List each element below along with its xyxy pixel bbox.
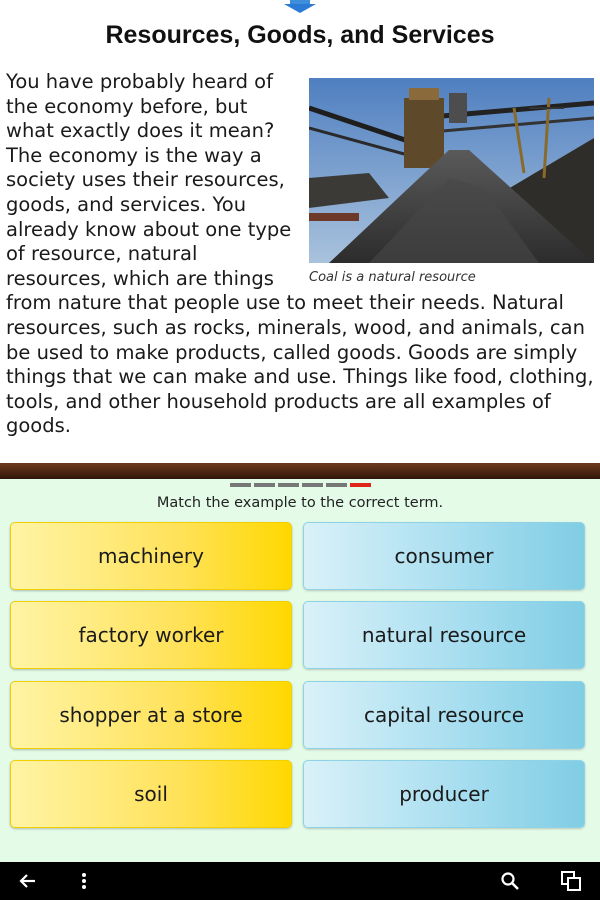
coal-photo bbox=[309, 78, 594, 263]
recent-apps-icon bbox=[561, 871, 581, 891]
term-card-label: consumer bbox=[394, 544, 494, 568]
article-figure: Coal is a natural resource bbox=[309, 78, 594, 287]
term-card-capital-resource[interactable]: capital resource bbox=[303, 681, 585, 749]
system-navigation-bar bbox=[0, 862, 600, 900]
back-icon bbox=[19, 874, 35, 888]
menu-button[interactable] bbox=[64, 862, 104, 900]
example-card-label: shopper at a store bbox=[59, 703, 243, 727]
wood-shelf-divider bbox=[0, 463, 600, 479]
term-card-natural-resource[interactable]: natural resource bbox=[303, 601, 585, 669]
example-card-label: factory worker bbox=[78, 623, 224, 647]
search-icon bbox=[501, 872, 519, 890]
progress-step bbox=[278, 483, 299, 487]
progress-step-current bbox=[350, 483, 371, 487]
image-caption: Coal is a natural resource bbox=[309, 270, 476, 285]
search-button[interactable] bbox=[490, 862, 530, 900]
example-card-label: soil bbox=[134, 782, 168, 806]
term-card-producer[interactable]: producer bbox=[303, 760, 585, 828]
example-card-soil[interactable]: soil bbox=[10, 760, 292, 828]
term-card-label: capital resource bbox=[363, 703, 525, 727]
quiz-progress-indicator bbox=[230, 483, 371, 488]
example-card-label: machinery bbox=[97, 544, 204, 568]
term-card-label: natural resource bbox=[361, 623, 527, 647]
recent-apps-button[interactable] bbox=[551, 862, 591, 900]
quiz-instruction: Match the example to the correct term. bbox=[156, 495, 444, 511]
term-card-label: producer bbox=[399, 782, 489, 806]
progress-step bbox=[326, 483, 347, 487]
example-card-shopper[interactable]: shopper at a store bbox=[10, 681, 292, 749]
example-card-machinery[interactable]: machinery bbox=[10, 522, 292, 590]
scroll-up-arrow-icon[interactable] bbox=[276, 0, 324, 14]
example-card-factory-worker[interactable]: factory worker bbox=[10, 601, 292, 669]
progress-step bbox=[302, 483, 323, 487]
article-body-container: Coal is a natural resource You have prob… bbox=[6, 70, 594, 460]
progress-step bbox=[230, 483, 251, 487]
menu-icon bbox=[82, 873, 86, 889]
back-button[interactable] bbox=[8, 862, 48, 900]
matching-quiz-panel: Match the example to the correct term. m… bbox=[0, 479, 600, 862]
term-card-consumer[interactable]: consumer bbox=[303, 522, 585, 590]
progress-step bbox=[254, 483, 275, 487]
article-title: Resources, Goods, and Services bbox=[105, 21, 495, 49]
